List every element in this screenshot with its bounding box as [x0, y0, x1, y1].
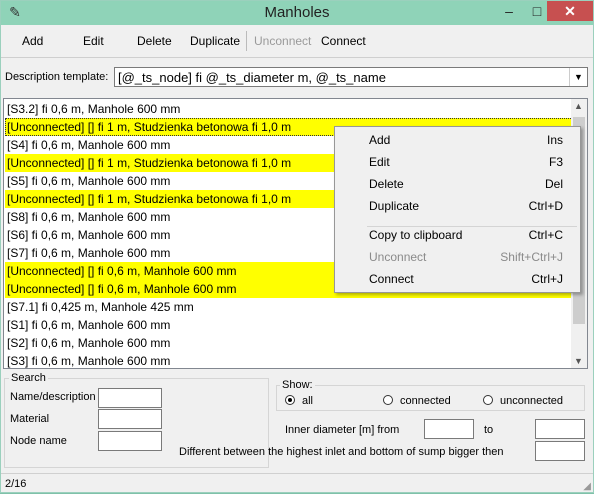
add-button[interactable]: Add [22, 34, 43, 48]
context-menu-item-shortcut: Del [544, 177, 563, 191]
node-name-field[interactable] [98, 431, 162, 451]
show-unconnected-radio[interactable]: unconnected [483, 395, 563, 407]
radio-unchecked-icon [383, 395, 393, 405]
edit-button[interactable]: Edit [83, 34, 104, 48]
minimize-button[interactable]: – [495, 1, 523, 21]
context-menu-separator [367, 226, 577, 227]
material-field[interactable] [98, 409, 162, 429]
scroll-up-arrow-icon[interactable]: ▲ [574, 101, 583, 111]
context-menu-item-add[interactable]: Add Ins [335, 130, 580, 150]
show-group-title: Show: [280, 379, 315, 391]
context-menu-item-edit[interactable]: Edit F3 [335, 152, 580, 172]
context-menu-item-copy-to-clipboard[interactable]: Copy to clipboard Ctrl+C [335, 225, 580, 245]
duplicate-button[interactable]: Duplicate [190, 34, 240, 48]
context-menu-item-duplicate[interactable]: Duplicate Ctrl+D [335, 196, 580, 216]
description-template-value: [@_ts_node] fi @_ts_diameter m, @_ts_nam… [118, 70, 386, 85]
diameter-to-label: to [484, 424, 494, 436]
toolbar-separator [246, 31, 247, 51]
show-all-radio[interactable]: all [285, 395, 313, 407]
name-description-label: Name/description [10, 391, 96, 403]
context-menu: Add Ins Edit F3 Delete Del Duplicate Ctrl+D Copy… [334, 126, 581, 293]
context-menu-item-shortcut: Ctrl+D [528, 199, 563, 213]
title-bar: ✎ Manholes – □ ✕ [1, 1, 593, 25]
show-connected-label: connected [400, 395, 451, 407]
name-description-field[interactable] [98, 388, 162, 408]
resize-grip-icon[interactable]: ◢ [583, 481, 591, 492]
close-button[interactable]: ✕ [547, 1, 593, 21]
context-menu-item-unconnect: Unconnect Shift+Ctrl+J [335, 247, 580, 267]
delete-button[interactable]: Delete [137, 34, 172, 48]
list-item[interactable]: [S3] fi 0,6 m, Manhole 600 mm [5, 352, 573, 368]
context-menu-item-connect[interactable]: Connect Ctrl+J [335, 269, 580, 289]
radio-checked-icon [285, 395, 295, 405]
context-menu-item-shortcut: Ctrl+J [531, 272, 563, 286]
record-counter: 2/16 [5, 478, 27, 490]
context-menu-item-shortcut: Ins [546, 133, 563, 147]
sump-difference-field[interactable] [535, 441, 585, 461]
context-menu-item-label: Delete [369, 177, 404, 191]
context-menu-item-label: Copy to clipboard [369, 228, 463, 242]
material-label: Material [10, 413, 50, 425]
context-menu-item-label: Edit [369, 155, 390, 169]
diameter-to-field[interactable] [535, 419, 585, 439]
scroll-down-arrow-icon[interactable]: ▼ [574, 356, 583, 366]
connect-button[interactable]: Connect [321, 34, 366, 48]
show-connected-radio[interactable]: connected [383, 395, 451, 407]
context-menu-item-shortcut: Shift+Ctrl+J [500, 250, 563, 264]
show-unconnected-label: unconnected [500, 395, 563, 407]
description-template-select[interactable]: [@_ts_node] fi @_ts_diameter m, @_ts_nam… [114, 67, 588, 87]
node-name-label: Node name [10, 435, 67, 447]
context-menu-item-label: Connect [369, 272, 414, 286]
context-menu-item-label: Duplicate [369, 199, 420, 213]
context-menu-item-delete[interactable]: Delete Del [335, 174, 580, 194]
inner-diameter-label: Inner diameter [m] from [285, 424, 400, 436]
unconnect-button[interactable]: Unconnect [254, 34, 311, 48]
show-all-label: all [302, 395, 314, 407]
manholes-window: ✎ Manholes – □ ✕ Add Edit Delete Duplica… [0, 0, 594, 493]
description-template-label: Description template: [5, 71, 109, 83]
toolbar: Add Edit Delete Duplicate Unconnect Conn… [1, 27, 593, 55]
search-group-title: Search [9, 372, 48, 384]
context-menu-item-shortcut: F3 [548, 155, 563, 169]
list-item[interactable]: [S2] fi 0,6 m, Manhole 600 mm [5, 334, 573, 352]
diameter-from-field[interactable] [424, 419, 474, 439]
list-item[interactable]: [S1] fi 0,6 m, Manhole 600 mm [5, 316, 573, 334]
radio-unchecked-icon [483, 395, 493, 405]
context-menu-item-label: Add [369, 133, 391, 147]
toolbar-divider [1, 57, 593, 58]
context-menu-item-shortcut: Ctrl+C [528, 228, 563, 242]
chevron-down-icon[interactable]: ▼ [569, 68, 587, 86]
list-item[interactable]: [S7.1] fi 0,425 m, Manhole 425 mm [5, 298, 573, 316]
list-item[interactable]: [S3.2] fi 0,6 m, Manhole 600 mm [5, 100, 573, 118]
context-menu-item-label: Unconnect [369, 250, 427, 264]
sump-difference-label: Different between the highest inlet and … [179, 446, 504, 458]
status-bar: 2/16 ◢ [1, 473, 593, 494]
